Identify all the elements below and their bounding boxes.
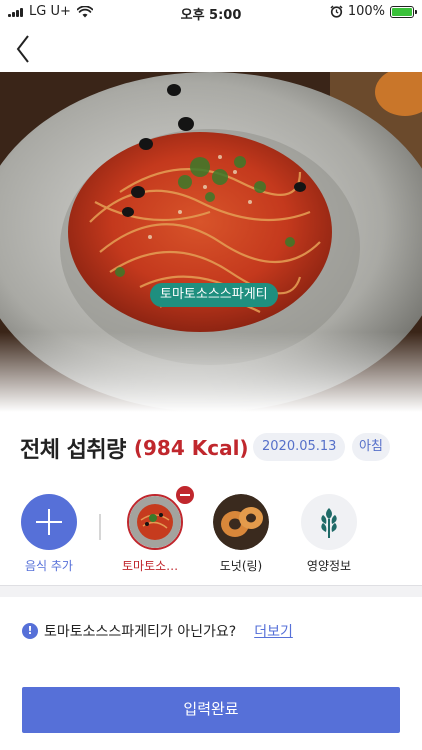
notice-question: 가 아닌가요?	[159, 624, 237, 640]
food-items-row: 음식 추가 토마토소스스파게티 도넛(링)	[0, 484, 422, 574]
back-chevron-icon[interactable]	[12, 34, 36, 64]
notice-food-name: 토마토소스스파게티	[44, 624, 160, 640]
intake-summary: 전체 섭취량 (984 Kcal)	[20, 432, 249, 464]
food-item-label: 도넛(링)	[219, 559, 263, 573]
items-divider	[99, 514, 101, 540]
spaghetti-thumbnail[interactable]	[127, 494, 183, 550]
section-separator	[0, 585, 422, 597]
food-photo: 토마토소스스파게티	[0, 72, 422, 412]
status-right: 100%	[330, 4, 417, 19]
wheat-icon[interactable]	[301, 494, 357, 550]
nutrition-info-item[interactable]: 영양정보	[296, 494, 362, 574]
battery-icon	[390, 5, 417, 18]
food-item-label: 토마토소스스파게티	[122, 559, 188, 573]
food-item-spaghetti[interactable]: 토마토소스스파게티	[122, 484, 196, 574]
total-kcal: (984 Kcal)	[133, 436, 249, 460]
nav-header	[0, 26, 422, 72]
add-food-label: 음식 추가	[25, 559, 73, 573]
food-item-donut[interactable]: 도넛(링)	[208, 494, 274, 574]
battery-percent: 100%	[347, 4, 385, 19]
plus-icon[interactable]	[21, 494, 77, 550]
meal-chip[interactable]: 아침	[352, 433, 390, 461]
status-bar: LG U+ 오후 5:00 100%	[0, 0, 422, 26]
date-chip[interactable]: 2020.05.13	[253, 433, 346, 461]
food-name-tag[interactable]: 토마토소스스파게티	[150, 283, 278, 307]
more-link[interactable]: 더보기	[254, 621, 293, 641]
nutrition-info-label: 영양정보	[306, 559, 352, 573]
not-this-food-notice: ! 토마토소스스파게티 가 아닌가요? 더보기	[22, 621, 293, 641]
submit-button[interactable]: 입력완료	[22, 687, 400, 733]
add-food-item[interactable]: 음식 추가	[16, 494, 82, 574]
remove-item-icon[interactable]	[174, 484, 196, 506]
donut-thumbnail[interactable]	[213, 494, 269, 550]
alarm-icon	[330, 5, 343, 18]
total-intake-title: 전체 섭취량	[20, 438, 126, 463]
exclamation-icon: !	[22, 623, 38, 639]
